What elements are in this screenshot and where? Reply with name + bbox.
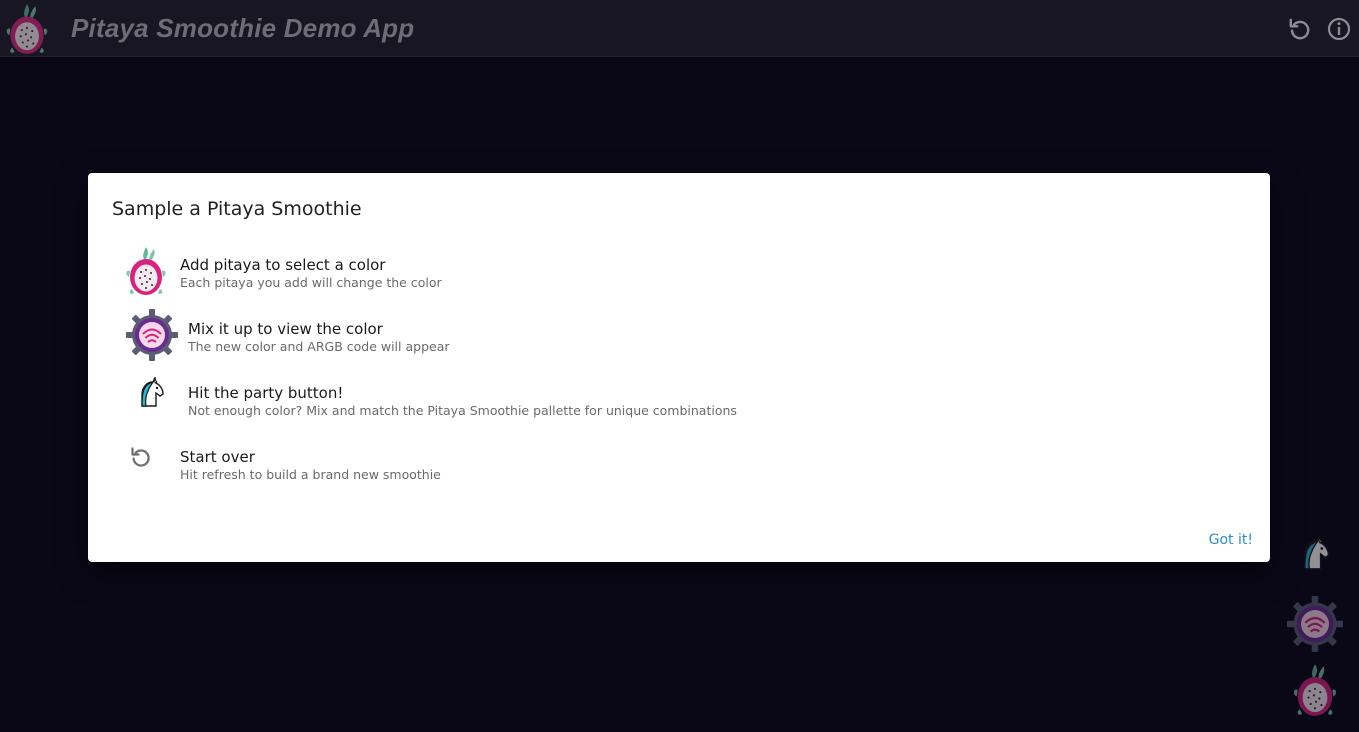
step-subtitle: Not enough color? Mix and match the Pita…: [188, 403, 737, 418]
step-title: Hit the party button!: [188, 384, 344, 402]
unicorn-icon: [136, 377, 166, 407]
unicorn-icon: [1298, 536, 1332, 570]
app-bar: Pitaya Smoothie Demo App: [0, 0, 1359, 57]
party-button[interactable]: [1298, 536, 1332, 570]
pitaya-icon: [126, 245, 166, 297]
mixer-icon: [1287, 596, 1343, 652]
step-start-over: Start over Hit refresh to build a brand …: [88, 435, 1270, 491]
step-subtitle: Each pitaya you add will change the colo…: [180, 275, 442, 290]
info-icon: [1327, 17, 1351, 41]
pitaya-icon: [4, 2, 50, 56]
mix-button[interactable]: [1287, 596, 1343, 652]
refresh-icon: [1287, 16, 1313, 42]
mixer-icon: [126, 309, 178, 361]
step-mix: Mix it up to view the color The new colo…: [88, 307, 1270, 363]
pitaya-icon: [1291, 662, 1339, 718]
app-title: Pitaya Smoothie Demo App: [71, 13, 415, 43]
add-pitaya-button[interactable]: [1291, 662, 1339, 718]
step-add-pitaya: Add pitaya to select a color Each pitaya…: [88, 243, 1270, 299]
info-button[interactable]: [1326, 16, 1352, 42]
dialog-title: Sample a Pitaya Smoothie: [112, 198, 362, 220]
step-subtitle: Hit refresh to build a brand new smoothi…: [180, 467, 441, 482]
got-it-button[interactable]: Got it!: [1209, 530, 1253, 550]
step-party: Hit the party button! Not enough color? …: [88, 371, 1270, 427]
refresh-icon: [129, 445, 153, 469]
step-title: Mix it up to view the color: [188, 320, 383, 338]
step-title: Start over: [180, 448, 255, 466]
step-title: Add pitaya to select a color: [180, 256, 386, 274]
intro-dialog: Sample a Pitaya Smoothie Add pitaya to s…: [88, 173, 1270, 562]
step-subtitle: The new color and ARGB code will appear: [188, 339, 450, 354]
refresh-button[interactable]: [1287, 16, 1313, 42]
